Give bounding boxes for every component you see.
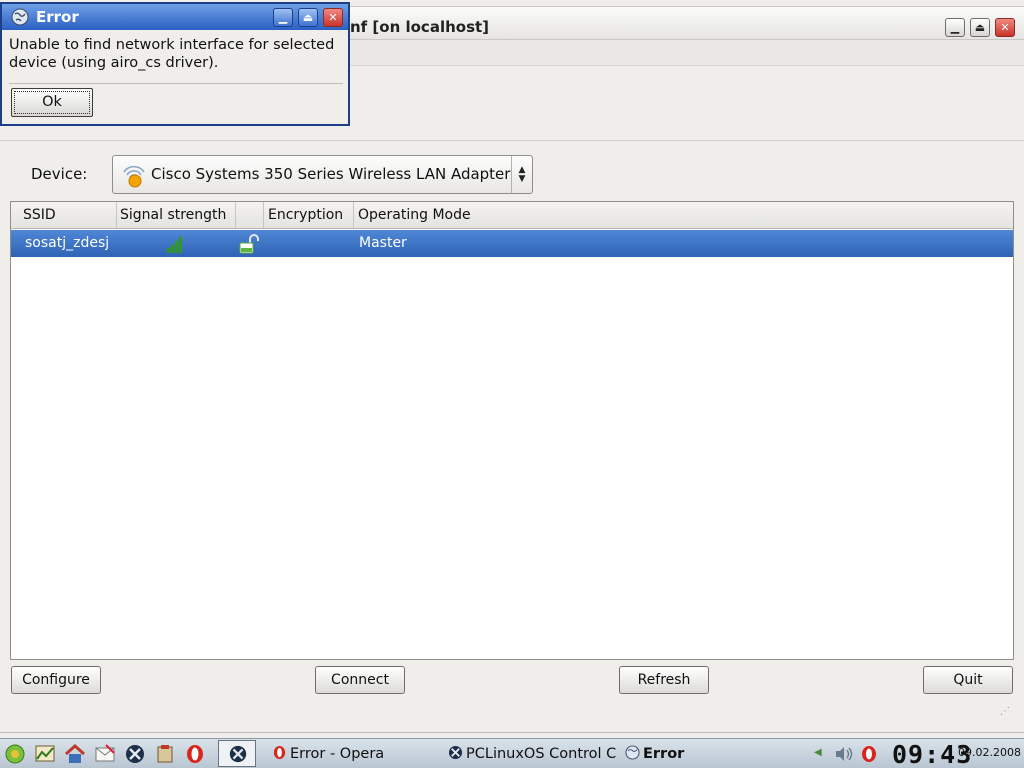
- opera-browser-icon[interactable]: [184, 743, 206, 765]
- header-separator: [0, 140, 1024, 141]
- column-ssid[interactable]: SSID: [19, 202, 117, 228]
- chevron-updown-icon[interactable]: ▲ ▼: [511, 156, 532, 193]
- wireless-card-icon: [123, 165, 145, 188]
- system-monitor-icon[interactable]: [34, 743, 56, 765]
- close-button[interactable]: ✕: [995, 18, 1015, 37]
- globe-icon: [625, 745, 640, 760]
- mail-icon[interactable]: [94, 743, 116, 765]
- resize-grip-icon[interactable]: ⋰: [1000, 706, 1010, 717]
- taskbar: Error - Opera PCLinuxOS Control C Error …: [0, 738, 1024, 768]
- status-separator: [0, 732, 1024, 733]
- device-select-value: Cisco Systems 350 Series Wireless LAN Ad…: [151, 165, 511, 183]
- ok-button[interactable]: Ok: [11, 88, 93, 117]
- quit-button[interactable]: Quit: [923, 666, 1013, 694]
- opera-tray-icon[interactable]: [860, 744, 878, 764]
- active-task-button[interactable]: [218, 740, 256, 767]
- control-center-icon[interactable]: [124, 743, 146, 765]
- error-dialog-titlebar[interactable]: Error ▁ ⏏ ✕: [2, 4, 348, 30]
- table-header: SSID Signal strength Encryption Operatin…: [11, 202, 1013, 229]
- globe-icon: [11, 8, 29, 26]
- tray-arrow-icon[interactable]: ◀: [814, 747, 822, 758]
- dialog-separator: [9, 83, 343, 84]
- error-dialog-title: Error: [36, 8, 79, 26]
- connect-button[interactable]: Connect: [315, 666, 405, 694]
- device-select[interactable]: Cisco Systems 350 Series Wireless LAN Ad…: [112, 155, 533, 194]
- column-operating-mode[interactable]: Operating Mode: [354, 202, 1013, 228]
- dialog-maximize-button[interactable]: ⏏: [298, 8, 318, 27]
- dialog-close-button[interactable]: ✕: [323, 8, 343, 27]
- maximize-button[interactable]: ⏏: [970, 18, 990, 37]
- refresh-button[interactable]: Refresh: [619, 666, 709, 694]
- network-list[interactable]: SSID Signal strength Encryption Operatin…: [10, 201, 1014, 660]
- task-opera[interactable]: Error - Opera: [272, 744, 432, 764]
- home-icon[interactable]: [64, 743, 86, 765]
- opera-icon: [273, 745, 286, 760]
- minimize-button[interactable]: ▁: [945, 18, 965, 37]
- lock-open-icon: [239, 234, 259, 254]
- start-menu-icon[interactable]: [4, 743, 26, 765]
- column-encryption[interactable]: Encryption: [264, 202, 354, 228]
- device-label: Device:: [31, 165, 88, 183]
- main-window-title: nf [on localhost]: [350, 18, 490, 36]
- control-center-icon: [448, 745, 463, 760]
- task-error[interactable]: Error: [625, 744, 705, 764]
- task-control-center[interactable]: PCLinuxOS Control C: [448, 744, 620, 764]
- task-label: PCLinuxOS Control C: [466, 746, 617, 762]
- cell-operating-mode: Master: [359, 235, 407, 251]
- package-manager-icon[interactable]: [154, 743, 176, 765]
- error-dialog: Error ▁ ⏏ ✕ Unable to find network inter…: [0, 2, 350, 126]
- column-lock[interactable]: [236, 202, 264, 228]
- dialog-minimize-button[interactable]: ▁: [273, 8, 293, 27]
- table-row[interactable]: sosatj_zdesj Master: [11, 230, 1013, 257]
- cell-ssid: sosatj_zdesj: [25, 235, 110, 251]
- task-label: Error: [643, 746, 685, 762]
- task-label: Error - Opera: [290, 746, 385, 762]
- configure-button[interactable]: Configure: [11, 666, 101, 694]
- clock-date: 09.02.2008: [958, 746, 1021, 759]
- error-message: Unable to find network interface for sel…: [9, 37, 335, 71]
- signal-bars-icon: [167, 237, 182, 253]
- column-signal-strength[interactable]: Signal strength: [116, 202, 236, 228]
- volume-icon[interactable]: [834, 745, 854, 763]
- control-center-icon: [229, 745, 247, 763]
